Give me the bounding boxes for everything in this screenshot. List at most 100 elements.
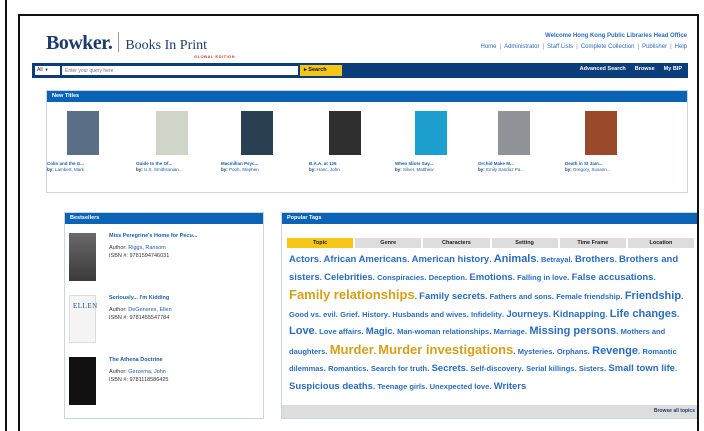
scope-select[interactable]: All ▼ bbox=[35, 66, 60, 75]
nav-help[interactable]: Help bbox=[675, 44, 687, 50]
nav-complete-collection[interactable]: Complete Collection bbox=[581, 44, 635, 50]
tag-link[interactable]: Mysteries bbox=[518, 347, 553, 356]
book-cover-image[interactable] bbox=[329, 111, 361, 155]
tag-link[interactable]: Marriage bbox=[494, 327, 525, 336]
tag-link[interactable]: Revenge bbox=[592, 345, 638, 357]
tag-link[interactable]: Infidelity bbox=[471, 310, 502, 319]
tab-location[interactable]: Location bbox=[627, 238, 695, 248]
tag-link[interactable]: Writers bbox=[494, 381, 527, 392]
tag-link[interactable]: Suspicious deaths bbox=[289, 381, 373, 392]
tag-link[interactable]: Love bbox=[289, 325, 315, 337]
new-title-title[interactable]: Colin and the G... bbox=[47, 161, 84, 166]
popular-tags-panel: Popular Tags Topic Genre Characters Sett… bbox=[281, 212, 697, 419]
new-title-title[interactable]: Guide to the Of... bbox=[136, 161, 172, 166]
tag-link[interactable]: Man-woman relationships bbox=[397, 327, 489, 336]
new-title-author: by: Gregory, Susann... bbox=[565, 167, 611, 172]
play-icon: ▸ bbox=[304, 67, 307, 73]
tab-time-frame[interactable]: Time Frame bbox=[559, 238, 626, 248]
tag-link[interactable]: American history bbox=[412, 254, 490, 265]
search-input[interactable] bbox=[62, 66, 298, 75]
tag-link[interactable]: Grief bbox=[340, 310, 358, 319]
tag-link[interactable]: History bbox=[362, 310, 388, 319]
new-title-author: by: Emily Sandoz Pa... bbox=[478, 167, 525, 172]
bestseller-isbn: ISBN #: 9781594746031 bbox=[109, 253, 170, 259]
tag-link[interactable]: Brothers bbox=[575, 254, 615, 265]
new-title-title[interactable]: When Idiots Say... bbox=[395, 161, 433, 166]
tab-topic[interactable]: Topic bbox=[287, 238, 354, 248]
bestsellers-panel: Bestsellers Miss Peregrine's Home for Pe… bbox=[64, 212, 264, 419]
book-cover-image[interactable] bbox=[67, 111, 99, 155]
browse-link[interactable]: Browse bbox=[635, 66, 655, 72]
new-title-title[interactable]: Death in St Jam... bbox=[565, 161, 603, 166]
tag-link[interactable]: Unexpected love bbox=[430, 382, 490, 391]
new-title-title[interactable]: Orchid Make M... bbox=[478, 161, 514, 166]
tag-link[interactable]: Emotions bbox=[469, 272, 512, 283]
browse-all-topics-link[interactable]: Browse all topics bbox=[654, 408, 695, 414]
tag-link[interactable]: Self-discovery bbox=[470, 364, 521, 373]
tag-link[interactable]: Falling in love bbox=[517, 273, 567, 282]
tag-link[interactable]: Missing persons bbox=[529, 325, 616, 337]
nav-staff-lists[interactable]: Staff Lists bbox=[547, 44, 573, 50]
book-cover-image[interactable] bbox=[156, 111, 188, 155]
tag-link[interactable]: Family relationships bbox=[289, 287, 415, 302]
tag-link[interactable]: Family secrets bbox=[419, 291, 485, 302]
tag-link[interactable]: Teenage girls bbox=[377, 382, 425, 391]
top-nav: Home | Administrator | Staff Lists | Complete … bbox=[480, 44, 687, 50]
tag-link[interactable]: Secrets bbox=[432, 363, 466, 374]
book-cover-image[interactable] bbox=[585, 111, 617, 155]
book-cover-image[interactable] bbox=[415, 111, 447, 155]
advanced-search-link[interactable]: Advanced Search bbox=[580, 66, 626, 72]
tag-link[interactable]: Magic bbox=[366, 326, 393, 337]
book-cover-image[interactable] bbox=[69, 233, 96, 281]
nav-publisher[interactable]: Publisher bbox=[642, 44, 667, 50]
bestseller-title[interactable]: The Athena Doctrine bbox=[109, 357, 163, 363]
book-cover-image[interactable]: ELLEN bbox=[69, 295, 97, 343]
tag-link[interactable]: Fathers and sons bbox=[490, 292, 552, 301]
tag-link[interactable]: Love affairs bbox=[319, 327, 361, 336]
search-button[interactable]: ▸ Search bbox=[300, 65, 342, 76]
tag-link[interactable]: Friendship bbox=[625, 290, 681, 302]
tag-link[interactable]: Animals bbox=[494, 253, 537, 265]
tag-link[interactable]: Serial killings bbox=[526, 364, 574, 373]
book-cover-image[interactable] bbox=[241, 111, 273, 155]
tab-setting[interactable]: Setting bbox=[491, 238, 558, 248]
new-title-author: by: U.S. Smithsonian... bbox=[136, 167, 183, 172]
search-links: Advanced Search Browse My BIP bbox=[571, 66, 682, 72]
new-title-title[interactable]: Macmillan Psyc... bbox=[221, 161, 258, 166]
search-bar: All▼ ▸ Search Advanced Search Browse My BI… bbox=[32, 63, 688, 78]
new-title-title[interactable]: B.A.A. at 125 bbox=[309, 161, 337, 166]
popular-tags-heading: Popular Tags bbox=[282, 213, 697, 224]
nav-home[interactable]: Home bbox=[481, 44, 497, 50]
tag-link[interactable]: Sisters bbox=[579, 364, 604, 373]
tag-link[interactable]: Murder investigations bbox=[378, 342, 513, 357]
tag-link[interactable]: Journeys bbox=[506, 309, 548, 320]
logo-product: Books In Print bbox=[125, 38, 208, 53]
my-bip-link[interactable]: My BIP bbox=[664, 66, 682, 72]
tag-link[interactable]: Murder bbox=[330, 342, 374, 357]
bestseller-title[interactable]: Seriously... I'm Kidding bbox=[109, 295, 169, 301]
tag-link[interactable]: Orphans bbox=[557, 347, 588, 356]
tag-link[interactable]: Life changes bbox=[610, 308, 677, 320]
tag-link[interactable]: Romantics bbox=[328, 364, 366, 373]
bestseller-isbn: ISBN #: 9781455547784 bbox=[109, 315, 170, 321]
tag-link[interactable]: Kidnapping bbox=[553, 309, 605, 320]
tag-link[interactable]: Celebrities bbox=[324, 272, 373, 283]
tag-link[interactable]: Small town life bbox=[608, 363, 675, 374]
tag-link[interactable]: Good vs. evil bbox=[289, 310, 336, 319]
tag-link[interactable]: Search for truth bbox=[371, 364, 427, 373]
tab-characters[interactable]: Characters bbox=[423, 238, 490, 248]
tab-genre[interactable]: Genre bbox=[355, 238, 422, 248]
logo[interactable]: Bowker. Books In Print GLOBAL EDITION bbox=[46, 32, 235, 59]
book-cover-image[interactable] bbox=[498, 111, 530, 155]
nav-administrator[interactable]: Administrator bbox=[504, 44, 539, 50]
tag-link[interactable]: Female friendship bbox=[556, 292, 620, 301]
book-cover-image[interactable] bbox=[69, 357, 96, 405]
tag-link[interactable]: Betrayal bbox=[541, 255, 571, 264]
tag-link[interactable]: African Americans bbox=[324, 254, 408, 265]
tag-link[interactable]: Husbands and wives bbox=[392, 310, 466, 319]
tag-link[interactable]: False accusations bbox=[572, 272, 654, 283]
tag-link[interactable]: Deception bbox=[429, 273, 465, 282]
tag-link[interactable]: Conspiracies bbox=[377, 273, 424, 282]
bestseller-title[interactable]: Miss Peregrine's Home for Pecu... bbox=[109, 233, 197, 239]
tag-link[interactable]: Actors bbox=[289, 254, 319, 265]
